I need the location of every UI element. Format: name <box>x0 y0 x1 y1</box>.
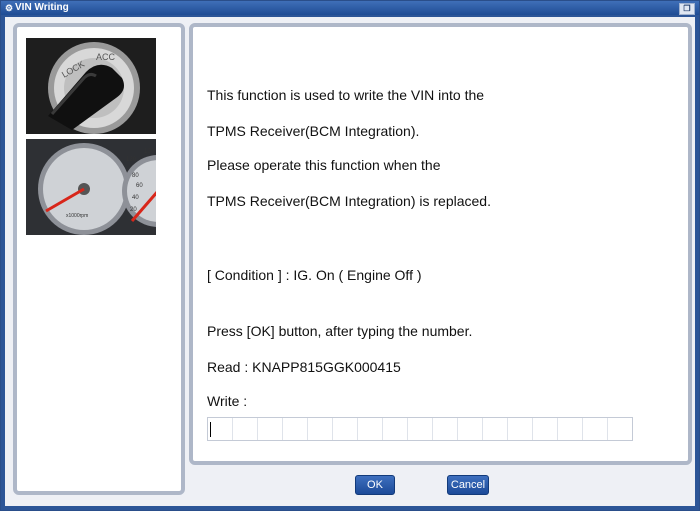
message-line-2: TPMS Receiver(BCM Integration). <box>207 123 420 139</box>
vin-input-cell[interactable] <box>383 418 408 440</box>
gauge-cluster-icon: x1000rpm 120 100 80 60 40 20 <box>26 139 156 235</box>
message-line-4: TPMS Receiver(BCM Integration) is replac… <box>207 193 491 209</box>
dialog-body: LOCK ACC x1000rpm 120 100 80 60 40 20 Th… <box>5 17 695 506</box>
vin-input-cell[interactable] <box>583 418 608 440</box>
vin-input-cell[interactable] <box>533 418 558 440</box>
text-caret <box>210 422 211 437</box>
vin-input-cell[interactable] <box>358 418 383 440</box>
speed-tick-120: 120 <box>126 157 137 163</box>
vin-input-cell[interactable] <box>483 418 508 440</box>
speed-tick-20: 20 <box>130 207 137 213</box>
speed-tick-80: 80 <box>132 173 139 179</box>
condition-text: [ Condition ] : IG. On ( Engine Off ) <box>207 267 422 283</box>
rpm-label: x1000rpm <box>66 213 88 219</box>
read-vin-text: Read : KNAPP815GGK000415 <box>207 359 401 375</box>
vin-input-cell[interactable] <box>258 418 283 440</box>
message-line-1: This function is used to write the VIN i… <box>207 87 485 103</box>
vin-input-cell[interactable] <box>408 418 433 440</box>
vin-write-input[interactable] <box>207 417 633 441</box>
acc-label: ACC <box>96 52 116 62</box>
title-bar[interactable]: ⚙ VIN Writing ❐ <box>1 1 699 15</box>
vin-writing-dialog: ⚙ VIN Writing ❐ LOCK ACC x1000rpm 120 10… <box>0 0 700 511</box>
message-panel: This function is used to write the VIN i… <box>189 23 692 465</box>
ignition-switch-image: LOCK ACC <box>26 38 156 134</box>
vin-input-cell[interactable] <box>233 418 258 440</box>
vin-input-cell[interactable] <box>508 418 533 440</box>
write-label: Write : <box>207 393 248 409</box>
image-panel: LOCK ACC x1000rpm 120 100 80 60 40 20 <box>13 23 185 495</box>
vin-input-cell[interactable] <box>283 418 308 440</box>
vin-input-cell[interactable] <box>433 418 458 440</box>
vin-input-cell[interactable] <box>458 418 483 440</box>
speed-tick-40: 40 <box>132 195 139 201</box>
instruction-text: Press [OK] button, after typing the numb… <box>207 323 473 339</box>
vin-input-cell[interactable] <box>308 418 333 440</box>
speed-tick-60: 60 <box>136 183 143 189</box>
ignition-key-icon: LOCK ACC <box>26 38 156 134</box>
instrument-cluster-image: x1000rpm 120 100 80 60 40 20 <box>26 139 156 235</box>
cancel-button[interactable]: Cancel <box>447 475 489 495</box>
speed-tick-100: 100 <box>144 149 155 155</box>
message-line-3: Please operate this function when the <box>207 157 441 173</box>
restore-icon[interactable]: ❐ <box>679 3 695 15</box>
window-title: VIN Writing <box>15 2 69 13</box>
vin-input-cell[interactable] <box>333 418 358 440</box>
vin-input-cell[interactable] <box>608 418 632 440</box>
vin-input-cell[interactable] <box>208 418 233 440</box>
vin-input-cell[interactable] <box>558 418 583 440</box>
gear-icon: ⚙ <box>4 3 14 13</box>
ok-button[interactable]: OK <box>355 475 395 495</box>
